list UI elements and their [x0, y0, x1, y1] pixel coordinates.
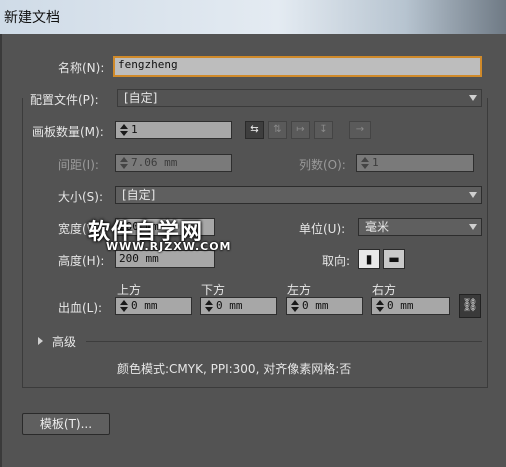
link-bleed-button[interactable]: ⛓: [459, 294, 481, 318]
landscape-icon: ▬: [388, 252, 400, 266]
grid-by-row-icon: ⇆: [250, 124, 259, 135]
bleed-bottom-label: 下方: [201, 283, 226, 297]
chevron-down-icon: [469, 95, 477, 101]
spacing-input[interactable]: 7.06 mm: [115, 154, 232, 172]
orientation-label: 取向:: [322, 254, 351, 268]
chevron-down-icon: [469, 192, 477, 198]
bleed-top-input[interactable]: 0 mm: [115, 297, 192, 315]
arrange-by-row-icon: ↦: [296, 124, 305, 135]
bleed-top-label: 上方: [117, 283, 142, 297]
stepper-icon[interactable]: [374, 298, 385, 314]
units-label: 单位(U):: [299, 222, 346, 236]
stepper-icon[interactable]: [118, 298, 129, 314]
profile-value: [自定]: [124, 91, 158, 105]
stepper-icon[interactable]: [289, 298, 300, 314]
chain-link-icon: ⛓: [461, 298, 479, 313]
advanced-toggle[interactable]: 高级: [52, 333, 76, 350]
height-label: 高度(H):: [58, 254, 105, 268]
chevron-down-icon: [469, 224, 477, 230]
name-label: 名称(N):: [58, 61, 105, 75]
stepper-icon[interactable]: [118, 155, 129, 171]
units-value: 毫米: [365, 220, 390, 234]
expand-triangle-icon[interactable]: [38, 337, 43, 345]
artboard-count-label: 画板数量(M):: [32, 125, 104, 139]
units-select[interactable]: 毫米: [358, 218, 482, 236]
bleed-right-value: 0 mm: [387, 299, 414, 312]
watermark-url: WWW.RJZXW.COM: [106, 240, 232, 253]
bleed-label: 出血(L):: [58, 301, 103, 315]
title-bar[interactable]: 新建文档: [0, 0, 506, 34]
bleed-top-value: 0 mm: [131, 299, 158, 312]
bleed-left-input[interactable]: 0 mm: [286, 297, 363, 315]
landscape-button[interactable]: ▬: [383, 249, 405, 269]
name-input[interactable]: fengzheng: [113, 56, 482, 77]
stepper-icon[interactable]: [359, 155, 370, 171]
portrait-icon: ▮: [365, 252, 373, 266]
size-value: [自定]: [122, 188, 156, 202]
advanced-divider: [86, 341, 482, 342]
profile-label: 配置文件(P):: [30, 91, 103, 108]
profile-select[interactable]: [自定]: [117, 89, 482, 107]
arrange-by-row-button[interactable]: ↦: [291, 121, 310, 139]
bleed-left-label: 左方: [287, 283, 312, 297]
columns-input[interactable]: 1: [356, 154, 474, 172]
document-info: 颜色模式:CMYK, PPI:300, 对齐像素网格:否: [117, 362, 352, 376]
arrange-by-column-button[interactable]: ↧: [314, 121, 333, 139]
size-select[interactable]: [自定]: [115, 186, 482, 204]
bleed-bottom-input[interactable]: 0 mm: [200, 297, 277, 315]
layout-direction-button[interactable]: →: [349, 121, 371, 139]
columns-label: 列数(O):: [299, 158, 346, 172]
artboard-count-input[interactable]: 1: [115, 121, 232, 139]
columns-value: 1: [372, 156, 379, 169]
grid-by-row-button[interactable]: ⇆: [245, 121, 264, 139]
window-title: 新建文档: [4, 10, 60, 26]
bleed-bottom-value: 0 mm: [216, 299, 243, 312]
bleed-left-value: 0 mm: [302, 299, 329, 312]
grid-by-column-button[interactable]: ⇅: [268, 121, 287, 139]
size-label: 大小(S):: [58, 190, 104, 204]
template-button[interactable]: 模板(T)...: [22, 413, 110, 435]
grid-by-column-icon: ⇅: [273, 124, 282, 135]
bleed-right-input[interactable]: 0 mm: [371, 297, 450, 315]
bleed-right-label: 右方: [372, 283, 397, 297]
dialog-body: 名称(N): fengzheng 配置文件(P): [自定] 画板数量(M): …: [0, 34, 506, 467]
arrow-right-icon: →: [355, 124, 365, 135]
stepper-icon[interactable]: [203, 298, 214, 314]
stepper-icon[interactable]: [118, 122, 129, 138]
artboard-count-value: 1: [131, 123, 138, 136]
spacing-value: 7.06 mm: [131, 156, 178, 169]
spacing-label: 间距(I):: [58, 158, 99, 172]
portrait-button[interactable]: ▮: [358, 249, 380, 269]
arrange-by-column-icon: ↧: [319, 124, 328, 135]
